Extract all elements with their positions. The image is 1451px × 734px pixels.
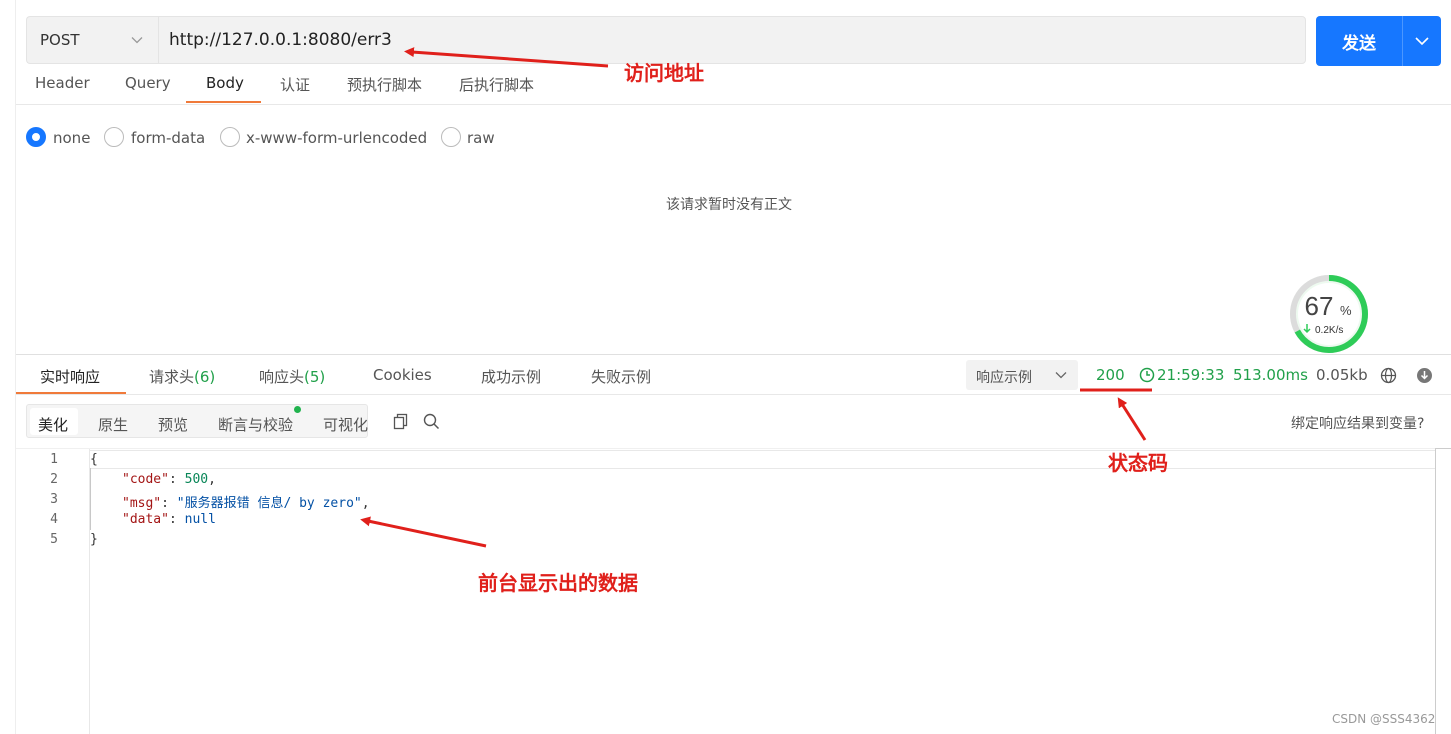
view-visualize[interactable]: 可视化 xyxy=(323,414,368,435)
radio-urlencoded[interactable] xyxy=(220,127,240,147)
line-number: 4 xyxy=(50,512,58,527)
chevron-down-icon xyxy=(1055,372,1067,379)
code-line: "msg": "服务器报错 信息/ by zero", xyxy=(122,492,370,511)
response-example-select[interactable]: 响应示例 xyxy=(966,360,1078,390)
json-comma: , xyxy=(361,496,370,511)
tab-label: 响应头 xyxy=(259,368,305,386)
json-value: null xyxy=(184,512,216,527)
speed-percent-unit: % xyxy=(1340,303,1352,318)
network-speed-gauge: 67 % 0.2K/s xyxy=(1287,272,1371,356)
current-line-highlight xyxy=(90,450,1435,469)
send-button[interactable]: 发送 xyxy=(1316,16,1402,66)
watermark: CSDN @SSS4362 xyxy=(1332,712,1436,726)
tab-cookies[interactable]: Cookies xyxy=(373,366,432,384)
radio-raw[interactable] xyxy=(441,127,461,147)
indent-guide xyxy=(90,468,91,530)
copy-icon[interactable] xyxy=(393,413,409,430)
tab-count: (5) xyxy=(304,368,326,386)
annotation-data: 前台显示出的数据 xyxy=(478,571,638,595)
view-preview[interactable]: 预览 xyxy=(158,414,188,435)
radio-form-data[interactable] xyxy=(104,127,124,147)
radio-none[interactable] xyxy=(26,127,46,147)
json-key: "code" xyxy=(122,472,169,487)
line-number: 5 xyxy=(50,532,58,547)
tab-header[interactable]: Header xyxy=(35,74,90,92)
search-icon[interactable] xyxy=(423,413,440,430)
tab-auth[interactable]: 认证 xyxy=(280,74,310,95)
json-key: "data" xyxy=(122,512,169,527)
response-time: 21:59:33 xyxy=(1157,366,1225,384)
speed-rate: 0.2K/s xyxy=(1315,325,1343,336)
json-value: 500 xyxy=(184,472,209,487)
assertion-status-dot xyxy=(294,406,301,413)
radio-label-urlencoded: x-www-form-urlencoded xyxy=(246,129,428,147)
tabs-divider xyxy=(16,104,1451,105)
editor-scrollbar[interactable] xyxy=(1435,448,1451,734)
line-number: 3 xyxy=(50,492,58,507)
response-size: 0.05kb xyxy=(1316,366,1368,384)
empty-body-message: 该请求暂时没有正文 xyxy=(666,197,792,213)
clock-icon xyxy=(1139,367,1155,383)
speed-percent: 67 xyxy=(1305,291,1334,321)
code-line: { xyxy=(90,452,98,467)
tab-failure-example[interactable]: 失败示例 xyxy=(591,366,651,387)
annotation-status: 状态码 xyxy=(1108,451,1168,475)
radio-label-raw: raw xyxy=(467,129,495,147)
chevron-down-icon xyxy=(1415,37,1429,46)
view-assertions[interactable]: 断言与校验 xyxy=(218,414,293,435)
chevron-down-icon xyxy=(131,37,143,44)
method-select[interactable]: POST xyxy=(26,16,158,64)
json-colon: : xyxy=(161,496,177,511)
view-beautify[interactable]: 美化 xyxy=(38,414,68,435)
download-icon[interactable] xyxy=(1416,367,1433,384)
json-key: "msg" xyxy=(122,496,162,511)
radio-label-form-data: form-data xyxy=(131,129,206,147)
tab-response-headers[interactable]: 响应头(5) xyxy=(259,366,325,387)
left-edge-strip xyxy=(0,0,16,734)
response-example-label: 响应示例 xyxy=(976,370,1032,386)
line-number: 2 xyxy=(50,472,58,487)
status-code: 200 xyxy=(1096,366,1125,384)
tab-body[interactable]: Body xyxy=(206,74,244,92)
response-duration: 513.00ms xyxy=(1233,366,1308,384)
active-tab-indicator xyxy=(186,101,261,103)
code-line: } xyxy=(90,532,98,547)
json-comma: , xyxy=(208,472,216,487)
view-raw[interactable]: 原生 xyxy=(98,414,128,435)
method-label: POST xyxy=(40,31,80,49)
tab-count: (6) xyxy=(194,368,216,386)
tab-request-headers[interactable]: 请求头(6) xyxy=(149,366,215,387)
code-line: "code": 500, xyxy=(122,472,216,487)
tab-success-example[interactable]: 成功示例 xyxy=(481,366,541,387)
json-value: "服务器报错 信息/ by zero" xyxy=(176,496,362,511)
url-text: http://127.0.0.1:8080/err3 xyxy=(169,30,392,50)
radio-label-none: none xyxy=(53,129,91,147)
line-number: 1 xyxy=(50,452,58,467)
tab-query[interactable]: Query xyxy=(125,74,171,92)
tab-live-response[interactable]: 实时响应 xyxy=(40,366,100,387)
editor-top-border xyxy=(16,448,1436,449)
annotation-arrow xyxy=(360,516,487,548)
json-colon: : xyxy=(168,512,185,527)
annotation-url: 访问地址 xyxy=(624,61,704,85)
url-input[interactable]: http://127.0.0.1:8080/err3 xyxy=(158,16,1306,64)
tab-label: 请求头 xyxy=(149,368,195,386)
tab-post-script[interactable]: 后执行脚本 xyxy=(459,74,534,95)
send-options-button[interactable] xyxy=(1402,16,1441,66)
response-divider xyxy=(16,354,1451,355)
annotation-arrow xyxy=(1117,397,1147,441)
tab-pre-script[interactable]: 预执行脚本 xyxy=(347,74,422,95)
code-line: "data": null xyxy=(122,512,216,527)
globe-icon[interactable] xyxy=(1380,367,1397,384)
tabs-divider xyxy=(16,394,1451,395)
bind-result-link[interactable]: 绑定响应结果到变量? xyxy=(1291,413,1424,433)
json-colon: : xyxy=(168,472,185,487)
